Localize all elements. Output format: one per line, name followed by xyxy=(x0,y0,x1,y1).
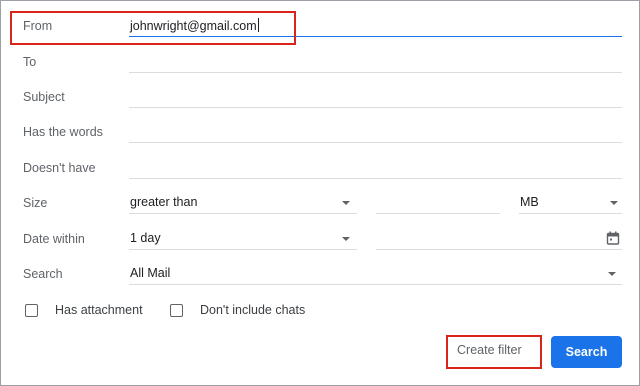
size-comparator-select[interactable]: greater than xyxy=(129,192,357,214)
search-scope-row: Search All Mail xyxy=(0,263,640,287)
subject-input[interactable] xyxy=(129,86,622,108)
to-row: To xyxy=(0,51,640,75)
date-range-select[interactable]: 1 day xyxy=(129,228,357,250)
search-button[interactable]: Search xyxy=(551,336,622,368)
from-highlight-box xyxy=(10,11,296,45)
size-amount-input[interactable] xyxy=(376,192,500,214)
has-words-input[interactable] xyxy=(129,121,622,143)
to-label: To xyxy=(23,55,37,69)
doesnt-have-row: Doesn't have xyxy=(0,157,640,181)
date-within-label: Date within xyxy=(23,232,85,246)
search-scope-label: Search xyxy=(23,267,63,281)
has-attachment-checkbox[interactable] xyxy=(25,304,38,317)
chevron-down-icon xyxy=(342,237,350,241)
date-within-row: Date within 1 day xyxy=(0,228,640,252)
search-scope-select[interactable]: All Mail xyxy=(129,263,622,285)
subject-label: Subject xyxy=(23,90,65,104)
to-input[interactable] xyxy=(129,51,622,73)
chevron-down-icon xyxy=(608,272,616,276)
size-row: Size greater than MB xyxy=(0,192,640,216)
has-attachment-label[interactable]: Has attachment xyxy=(55,303,143,317)
no-chats-checkbox[interactable] xyxy=(170,304,183,317)
has-words-label: Has the words xyxy=(23,125,103,139)
no-chats-label[interactable]: Don't include chats xyxy=(200,303,305,317)
size-unit-select[interactable]: MB xyxy=(519,192,622,214)
doesnt-have-input[interactable] xyxy=(129,157,622,179)
search-button-label: Search xyxy=(565,345,608,359)
has-words-row: Has the words xyxy=(0,121,640,145)
create-filter-highlight-box xyxy=(446,335,542,369)
calendar-icon[interactable] xyxy=(606,231,620,245)
date-input[interactable] xyxy=(376,228,622,250)
chevron-down-icon xyxy=(610,201,618,205)
size-label: Size xyxy=(23,196,48,210)
chevron-down-icon xyxy=(342,201,350,205)
doesnt-have-label: Doesn't have xyxy=(23,161,96,175)
subject-row: Subject xyxy=(0,86,640,110)
